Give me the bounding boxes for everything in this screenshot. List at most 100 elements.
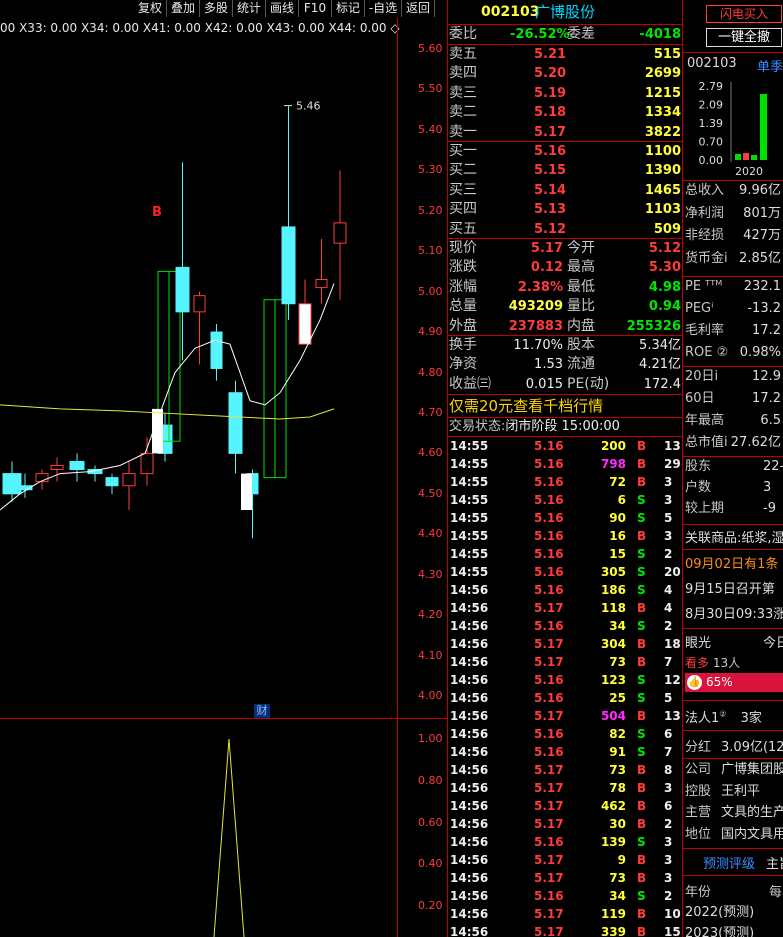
tick-row[interactable]: 14:56 5.17 30 B 2 — [448, 815, 683, 833]
tick-time: 14:56 — [450, 655, 489, 669]
holders-row[interactable]: 股东 22-0 — [683, 457, 783, 477]
period-selector[interactable]: 单季 — [757, 56, 783, 75]
tick-row[interactable]: 14:55 5.16 90 S 5 — [448, 509, 683, 527]
tick-row[interactable]: 14:56 5.17 73 B 7 — [448, 653, 683, 671]
company-row[interactable]: 地位 国内文具用 — [683, 825, 783, 845]
tick-row[interactable]: 14:55 5.16 16 B 3 — [448, 527, 683, 545]
tick-row[interactable]: 14:55 5.16 6 S 3 — [448, 491, 683, 509]
bid-row[interactable]: 买三 5.14 1465 — [448, 181, 683, 200]
tick-row[interactable]: 14:56 5.17 339 B 15 — [448, 923, 683, 937]
news-item[interactable]: 09月02日有1条 — [685, 553, 778, 572]
perf-row[interactable]: 60日 17.2 — [683, 389, 783, 409]
bid-row[interactable]: 买二 5.15 1390 — [448, 161, 683, 180]
tick-row[interactable]: 14:56 5.16 34 S 2 — [448, 887, 683, 905]
bid-row[interactable]: 买一 5.16 1100 — [448, 142, 683, 161]
toolbar-item-0[interactable]: 复权 — [134, 0, 167, 17]
news-item[interactable]: 9月15日召开第 — [685, 578, 775, 597]
tick-row[interactable]: 14:56 5.17 9 B 3 — [448, 851, 683, 869]
valuation-row[interactable]: PEGⁱ -13.2 — [683, 299, 783, 319]
valuation-row[interactable]: ROE ② 0.98% — [683, 343, 783, 363]
perf-row[interactable]: 20日i 12.9 — [683, 367, 783, 387]
fin-row[interactable]: 净利润 801万 — [683, 204, 783, 224]
dividend-row[interactable]: 分红 3.09亿(12 — [685, 736, 783, 755]
ask-row[interactable]: 卖三 5.19 1215 — [448, 84, 683, 103]
tick-row[interactable]: 14:56 5.16 91 S 7 — [448, 743, 683, 761]
institutions-row[interactable]: 法人1② 3家 — [685, 707, 762, 726]
tick-row[interactable]: 14:56 5.16 34 S 2 — [448, 617, 683, 635]
fin-row[interactable]: 总收入 9.96亿 — [683, 181, 783, 201]
tick-time: 14:56 — [450, 691, 489, 705]
tick-row[interactable]: 14:56 5.16 82 S 6 — [448, 725, 683, 743]
lightning-buy-button[interactable]: 闪电买入 — [706, 5, 782, 23]
tick-price: 5.16 — [534, 889, 564, 903]
toolbar-item-4[interactable]: 画线 — [266, 0, 299, 17]
ask-row[interactable]: 卖二 5.18 1334 — [448, 103, 683, 122]
perf-row[interactable]: 年最高 6.5 — [683, 411, 783, 431]
company-row[interactable]: 公司 广博集团股 — [683, 760, 783, 780]
indicator-subchart[interactable] — [0, 719, 398, 937]
valuation-label: PEGⁱ — [685, 301, 714, 316]
toolbar-item-8[interactable]: 返回 — [402, 0, 435, 17]
fin-label: 非经损 — [685, 228, 725, 243]
fin-row[interactable]: 非经损 427万 — [683, 226, 783, 246]
news-item[interactable]: 8月30日09:33涨 — [685, 603, 783, 622]
quote-label-2: 量比 — [567, 298, 595, 315]
fin-row[interactable]: 货币金i 2.85亿 — [683, 249, 783, 269]
tick-row[interactable]: 14:55 5.16 200 B 13 — [448, 437, 683, 455]
tick-row[interactable]: 14:56 5.17 504 B 13 — [448, 707, 683, 725]
level-volume: 1465 — [644, 182, 681, 198]
perf-row[interactable]: 总市值i 27.62亿 — [683, 433, 783, 453]
tick-row[interactable]: 14:56 5.17 73 B 3 — [448, 869, 683, 887]
mini-bar — [743, 153, 749, 160]
price-tick: 4.00 — [418, 689, 443, 702]
valuation-value: 0.98% — [739, 345, 781, 360]
company-row[interactable]: 控股 王利平 — [683, 782, 783, 802]
candlestick-chart[interactable]: 5.46 B — [0, 36, 398, 716]
ask-row[interactable]: 卖一 5.17 3822 — [448, 123, 683, 142]
tick-row[interactable]: 14:56 5.16 139 S 3 — [448, 833, 683, 851]
bid-row[interactable]: 买四 5.13 1103 — [448, 200, 683, 219]
bull-bar[interactable]: 👍 65% — [685, 673, 783, 692]
tick-count: 5 — [664, 691, 673, 705]
tick-row[interactable]: 14:56 5.16 123 S 12 — [448, 671, 683, 689]
depth-promo-link[interactable]: 仅需20元查看千档行情 — [449, 396, 603, 416]
ask-row[interactable]: 卖四 5.20 2699 — [448, 64, 683, 83]
forecast-row[interactable]: 2022(预测) — [685, 901, 754, 920]
ask-row[interactable]: 卖五 5.21 515 — [448, 45, 683, 64]
tick-row[interactable]: 14:55 5.16 798 B 29 — [448, 455, 683, 473]
tick-row[interactable]: 14:56 5.17 73 B 8 — [448, 761, 683, 779]
related-commodities[interactable]: 关联商品:纸浆,湿 — [685, 527, 783, 546]
rating-link[interactable]: 预测评级 — [703, 853, 755, 872]
tick-row[interactable]: 14:56 5.17 78 B 3 — [448, 779, 683, 797]
holders-row[interactable]: 较上期 -9 — [683, 499, 783, 519]
tick-time: 14:56 — [450, 637, 489, 651]
tick-row[interactable]: 14:55 5.16 15 S 2 — [448, 545, 683, 563]
eye-today[interactable]: 今日 — [763, 632, 783, 651]
toolbar-item-5[interactable]: F10 — [299, 0, 332, 17]
tick-list[interactable]: 14:55 5.16 200 B 13 14:55 5.16 798 B 29 14:55 5.16 7… — [448, 437, 683, 937]
cancel-all-button[interactable]: 一键全撤 — [706, 28, 782, 47]
stock-header[interactable]: 002103 广博股份 — [448, 2, 682, 22]
valuation-row[interactable]: 毛利率 17.2 — [683, 321, 783, 341]
valuation-row[interactable]: PE ᵀᵀᴹ 232.1 — [683, 277, 783, 297]
bid-row[interactable]: 买五 5.12 509 — [448, 220, 683, 239]
holders-row[interactable]: 户数 3 — [683, 478, 783, 498]
tick-row[interactable]: 14:56 5.17 462 B 6 — [448, 797, 683, 815]
tick-row[interactable]: 14:56 5.17 304 B 18 — [448, 635, 683, 653]
chart-toolbar: 复权 叠加 多股 统计 画线 F10 标记 -自选 返回 — [0, 0, 447, 18]
toolbar-item-2[interactable]: 多股 — [200, 0, 233, 17]
toolbar-item-7[interactable]: -自选 — [365, 0, 402, 17]
forecast-row[interactable]: 2023(预测) — [685, 922, 754, 937]
company-row[interactable]: 主营 文具的生产 — [683, 803, 783, 823]
toolbar-item-6[interactable]: 标记 — [332, 0, 365, 17]
tick-time: 14:55 — [450, 475, 489, 489]
tick-row[interactable]: 14:56 5.17 118 B 4 — [448, 599, 683, 617]
tick-row[interactable]: 14:55 5.16 305 S 20 — [448, 563, 683, 581]
tick-row[interactable]: 14:56 5.17 119 B 10 — [448, 905, 683, 923]
tick-row[interactable]: 14:56 5.16 186 S 4 — [448, 581, 683, 599]
toolbar-item-1[interactable]: 叠加 — [167, 0, 200, 17]
finance-marker[interactable]: 财 — [254, 704, 270, 718]
tick-row[interactable]: 14:55 5.16 72 B 3 — [448, 473, 683, 491]
toolbar-item-3[interactable]: 统计 — [233, 0, 266, 17]
tick-row[interactable]: 14:56 5.16 25 S 5 — [448, 689, 683, 707]
